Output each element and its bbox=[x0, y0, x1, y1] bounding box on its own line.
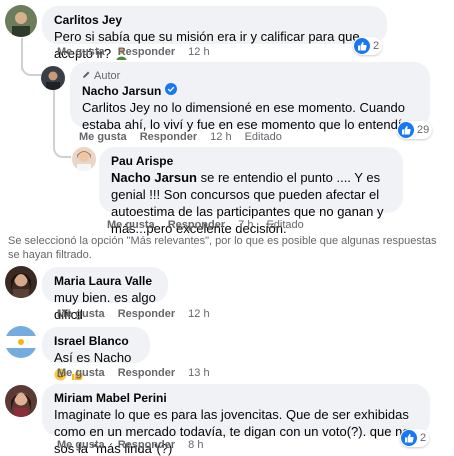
reply-button[interactable]: Responder bbox=[140, 131, 197, 143]
author-badge: Autor bbox=[82, 69, 418, 83]
thread-line bbox=[53, 90, 55, 140]
comment-author[interactable]: Israel Blanco bbox=[54, 334, 138, 349]
comment-actions: Me gusta Responder 13 h bbox=[57, 367, 210, 379]
comment-bubble: Israel Blanco Así es Nacho bbox=[42, 327, 150, 381]
reply-button[interactable]: Responder bbox=[118, 439, 175, 451]
comment-author[interactable]: Maria Laura Valle bbox=[54, 274, 156, 289]
comment-bubble: Carlitos Jey Pero si sabía que su misión… bbox=[42, 6, 387, 61]
comment-author[interactable]: Carlitos Jey bbox=[54, 13, 375, 28]
like-reaction-icon bbox=[401, 430, 417, 446]
edited-label[interactable]: Editado bbox=[266, 219, 303, 231]
comment-time[interactable]: 13 h bbox=[188, 367, 209, 379]
like-button[interactable]: Me gusta bbox=[57, 439, 105, 451]
like-reaction-icon bbox=[354, 38, 370, 54]
comment-actions: Me gusta Responder 12 h Editado bbox=[79, 131, 282, 143]
tagged-user-link[interactable]: Nacho Jarsun bbox=[111, 170, 197, 185]
avatar[interactable] bbox=[5, 266, 37, 298]
like-button[interactable]: Me gusta bbox=[57, 308, 105, 320]
comment-author[interactable]: Nacho Jarsun bbox=[82, 84, 161, 99]
avatar[interactable] bbox=[72, 147, 96, 171]
reply-button[interactable]: Responder bbox=[168, 219, 225, 231]
comment-time[interactable]: 8 h bbox=[188, 439, 203, 451]
comment-author[interactable]: Pau Arispe bbox=[111, 154, 391, 169]
reply-button[interactable]: Responder bbox=[118, 46, 175, 58]
comment-bubble: Pau Arispe Nacho Jarsun se re entendio e… bbox=[99, 147, 403, 236]
avatar[interactable] bbox=[5, 385, 37, 417]
reply-button[interactable]: Responder bbox=[118, 367, 175, 379]
avatar[interactable] bbox=[5, 326, 37, 358]
reaction-count[interactable]: 29 bbox=[397, 121, 433, 139]
comment-time[interactable]: 12 h bbox=[210, 131, 231, 143]
comment-time[interactable]: 7 h bbox=[238, 219, 253, 231]
like-button[interactable]: Me gusta bbox=[57, 367, 105, 379]
comment-bubble: Miriam Mabel Perini Imaginate lo que es … bbox=[42, 384, 430, 456]
like-button[interactable]: Me gusta bbox=[79, 131, 127, 143]
comment-time[interactable]: 12 h bbox=[188, 308, 209, 320]
avatar[interactable] bbox=[5, 5, 37, 37]
comment-actions: Me gusta Responder 7 h Editado bbox=[107, 219, 304, 231]
reaction-count[interactable]: 2 bbox=[353, 37, 383, 55]
comment-actions: Me gusta Responder 12 h bbox=[57, 46, 210, 58]
comment-bubble: Maria Laura Valle muy bien. es algo difi… bbox=[42, 267, 168, 322]
comment-time[interactable]: 12 h bbox=[188, 46, 209, 58]
reaction-count[interactable]: 2 bbox=[400, 429, 430, 447]
pencil-icon bbox=[82, 69, 91, 83]
comment-author[interactable]: Miriam Mabel Perini bbox=[54, 391, 418, 406]
verified-badge-icon bbox=[165, 83, 178, 99]
comment-text: Así es Nacho bbox=[54, 350, 132, 365]
like-button[interactable]: Me gusta bbox=[107, 219, 155, 231]
comment-bubble: Autor Nacho Jarsun Carlitos Jey no lo di… bbox=[70, 62, 430, 132]
like-button[interactable]: Me gusta bbox=[57, 46, 105, 58]
like-reaction-icon bbox=[398, 122, 414, 138]
comment-actions: Me gusta Responder 12 h bbox=[57, 308, 210, 320]
comment-actions: Me gusta Responder 8 h bbox=[57, 439, 203, 451]
comment-text: Carlitos Jey no lo dimensioné en ese mom… bbox=[82, 100, 406, 132]
reply-button[interactable]: Responder bbox=[118, 308, 175, 320]
thread-connector bbox=[53, 135, 71, 158]
avatar[interactable] bbox=[41, 66, 65, 90]
relevance-filter-notice: Se seleccionó la opción "Más relevantes"… bbox=[8, 235, 437, 261]
thread-connector bbox=[21, 62, 41, 76]
edited-label[interactable]: Editado bbox=[245, 131, 282, 143]
